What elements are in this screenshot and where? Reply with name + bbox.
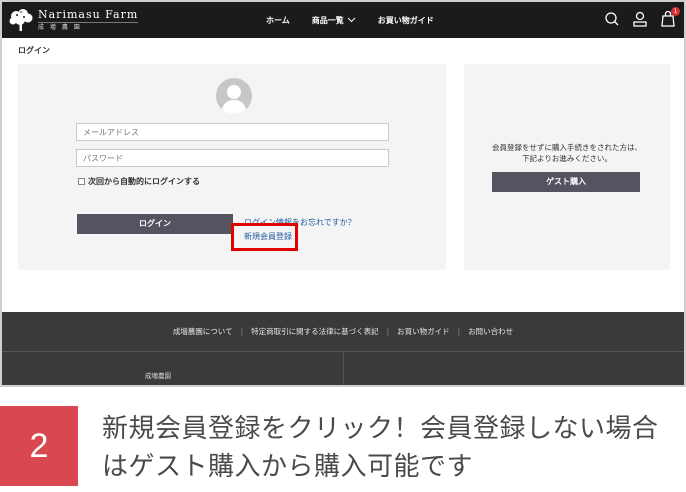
footer-vertical-divider [343,352,344,385]
guest-message: 会員登録をせずに購入手続きをされた方は、下記よりお進みください。 [492,143,642,163]
cart-count-badge: 1 [671,7,680,16]
tree-logo-icon [9,9,33,31]
footer-separator: | [240,327,244,336]
search-icon[interactable] [604,10,620,28]
cart-button[interactable]: 1 [660,7,680,28]
login-button[interactable]: ログイン [77,214,233,234]
footer-links: 成増農園について | 特定商取引に関する法律に基づく表記 | お買い物ガイド |… [2,312,684,351]
footer-link-legal[interactable]: 特定商取引に関する法律に基づく表記 [251,326,379,337]
site-header: Narimasu Farm 成 増 農 園 ホーム 商品一覧 お買い物ガイド 1 [2,2,684,38]
footer-link-guide[interactable]: お買い物ガイド [397,326,450,337]
site-footer: 成増農園について | 特定商取引に関する法律に基づく表記 | お買い物ガイド |… [2,312,684,385]
password-input[interactable] [76,149,389,167]
nav-shopping-guide[interactable]: お買い物ガイド [378,15,434,26]
logo-name: Narimasu Farm [38,7,139,21]
footer-separator: | [457,327,461,336]
avatar-icon [216,78,252,114]
chevron-down-icon [347,17,356,23]
page-title: ログイン [18,46,50,55]
nav-products-label: 商品一覧 [311,15,344,25]
logo-subtitle: 成 増 農 園 [38,21,139,32]
footer-company-name: 成増農園 [145,372,171,380]
nav-home[interactable]: ホーム [266,15,290,26]
browser-screenshot-frame: Narimasu Farm 成 増 農 園 ホーム 商品一覧 お買い物ガイド 1… [0,0,686,387]
footer-link-contact[interactable]: お問い合わせ [468,326,513,337]
footer-separator: | [386,327,390,336]
remember-me[interactable]: 次回から自動的にログインする [78,176,200,187]
site-logo[interactable]: Narimasu Farm 成 増 農 園 [8,7,139,32]
highlight-annotation-box [231,223,298,251]
step-number-badge: 2 [0,406,78,486]
guest-panel: 会員登録をせずに購入手続きをされた方は、下記よりお進みください。 ゲスト購入 [464,64,670,270]
main-nav: ホーム 商品一覧 お買い物ガイド [266,2,434,38]
remember-checkbox[interactable] [78,178,85,185]
login-panel: 次回から自動的にログインする ログイン ログイン情報をお忘れですか？ 新規会員登… [18,64,446,270]
instruction-caption: 新規会員登録をクリック！会員登録しない場合はゲスト購入から購入可能です [102,414,659,482]
guest-purchase-button[interactable]: ゲスト購入 [492,172,640,192]
remember-label: 次回から自動的にログインする [88,177,200,186]
user-icon[interactable] [632,10,648,28]
email-input[interactable] [76,123,389,141]
nav-products[interactable]: 商品一覧 [312,15,356,26]
footer-link-about[interactable]: 成増農園について [173,326,233,337]
